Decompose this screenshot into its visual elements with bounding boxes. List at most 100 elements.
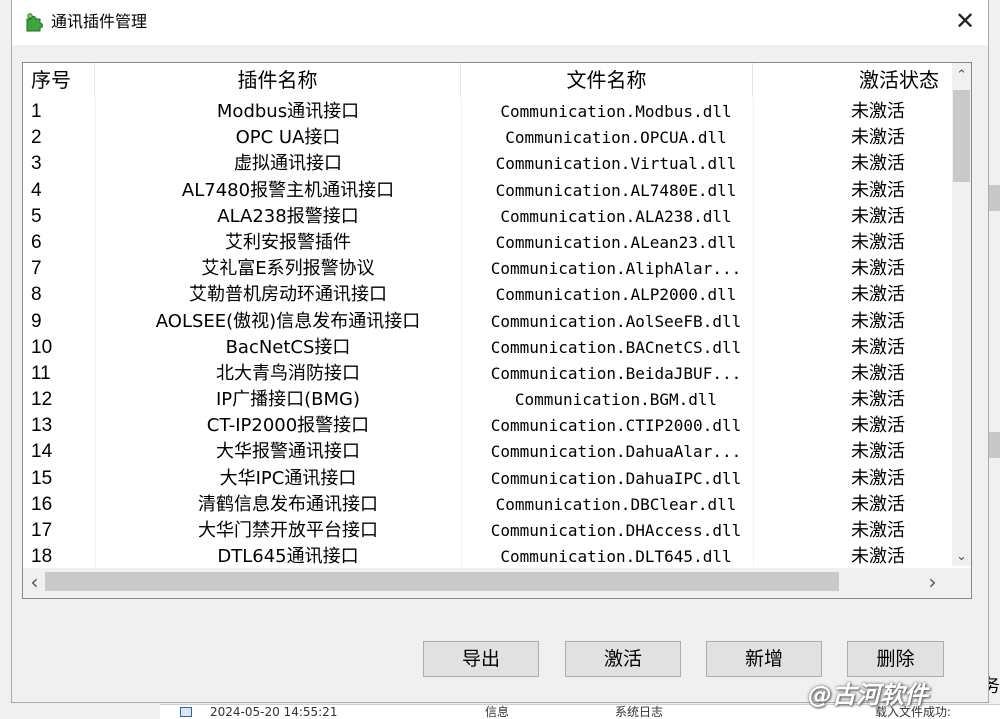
plugin-list[interactable]: 序号 插件名称 文件名称 激活状态 1 Modbus通讯接口 Communicati…: [22, 62, 972, 599]
row-file-name: Communication.OPCUA.dll: [505, 128, 727, 148]
row-activation-status: 未激活: [851, 415, 905, 437]
scroll-left-icon[interactable]: ‹: [25, 572, 44, 592]
column-header-plugin-name[interactable]: 插件名称: [95, 63, 461, 97]
row-plugin-name: 大华IPC通讯接口: [219, 467, 357, 489]
row-file-name: Communication.ALean23.dll: [495, 232, 737, 252]
background-strip: [988, 432, 1000, 458]
watermark: @古河软件: [808, 681, 928, 709]
row-plugin-name: AL7480报警主机通讯接口: [181, 179, 395, 201]
table-row[interactable]: 1 Modbus通讯接口 Communication.Modbus.dll 未激活: [23, 99, 953, 125]
row-activation-status: 未激活: [851, 284, 905, 306]
vertical-scrollbar[interactable]: ⌃ ⌄: [952, 63, 971, 566]
table-row[interactable]: 8 艾勒普机房动环通讯接口 Communication.ALP2000.dll 未激活: [23, 282, 953, 308]
row-activation-status: 未激活: [851, 467, 905, 489]
row-plugin-name: ALA238报警接口: [217, 205, 359, 227]
title-bar[interactable]: 通讯插件管理 ✕: [12, 0, 988, 45]
export-button[interactable]: 导出: [423, 641, 539, 677]
row-activation-status: 未激活: [851, 153, 905, 175]
table-row[interactable]: 6 艾利安报警插件 Communication.ALean23.dll 未激活: [23, 230, 953, 256]
add-button[interactable]: 新增: [706, 641, 822, 677]
row-activation-status: 未激活: [851, 231, 905, 253]
row-plugin-name: 虚拟通讯接口: [234, 153, 342, 175]
row-file-name: Communication.ALP2000.dll: [495, 285, 737, 305]
row-file-name: Communication.DHAccess.dll: [490, 521, 742, 540]
scroll-up-icon[interactable]: ⌃: [952, 66, 971, 85]
row-index: 15: [31, 467, 53, 489]
table-row[interactable]: 10 BacNetCS接口 Communication.BACnetCS.dll 未激…: [23, 335, 953, 361]
row-file-name: Communication.DBClear.dll: [495, 494, 737, 514]
table-row[interactable]: 5 ALA238报警接口 Communication.ALA238.dll 未激活: [23, 204, 953, 230]
activate-button[interactable]: 激活: [565, 641, 681, 677]
table-row[interactable]: 3 虚拟通讯接口 Communication.Virtual.dll 未激活: [23, 151, 953, 177]
row-activation-status: 未激活: [851, 362, 905, 384]
row-file-name: Communication.BeidaJBUF...: [490, 363, 742, 383]
scroll-right-icon[interactable]: ›: [923, 572, 942, 592]
close-button[interactable]: ✕: [942, 0, 988, 45]
row-index: 13: [31, 415, 53, 437]
row-file-name: Communication.CTIP2000.dll: [490, 416, 742, 436]
table-row[interactable]: 7 艾礼富E系列报警协议 Communication.AliphAlar... 未激活: [23, 256, 953, 282]
list-header: 序号 插件名称 文件名称 激活状态: [23, 63, 953, 97]
row-index: 3: [31, 153, 42, 175]
row-activation-status: 未激活: [851, 310, 905, 332]
row-plugin-name: BacNetCS接口: [225, 336, 351, 358]
row-index: 10: [31, 336, 53, 358]
row-plugin-name: Modbus通讯接口: [216, 101, 360, 122]
row-index: 7: [31, 258, 42, 280]
row-activation-status: 未激活: [851, 493, 905, 515]
table-row[interactable]: 14 大华报警通讯接口 Communication.DahuaAlar... 未激活: [23, 439, 953, 465]
row-file-name: Communication.DahuaAlar...: [490, 442, 742, 462]
column-header-file-name[interactable]: 文件名称: [461, 63, 753, 97]
column-header-activation-status[interactable]: 激活状态: [753, 63, 953, 97]
row-index: 4: [31, 179, 42, 201]
row-index: 16: [31, 493, 53, 515]
row-file-name: Communication.BGM.dll: [514, 390, 718, 410]
close-icon: ✕: [954, 7, 976, 35]
dialog-title: 通讯插件管理: [51, 12, 148, 31]
row-file-name: Communication.AliphAlar...: [490, 259, 742, 279]
row-index: 1: [31, 101, 42, 122]
row-activation-status: 未激活: [851, 101, 905, 122]
log-category: 系统日志: [615, 705, 664, 719]
row-plugin-name: CT-IP2000报警接口: [206, 415, 370, 437]
scroll-down-icon[interactable]: ⌄: [952, 547, 971, 566]
row-plugin-name: 艾礼富E系列报警协议: [201, 258, 375, 280]
row-file-name: Communication.ALA238.dll: [500, 206, 732, 226]
table-row[interactable]: 16 清鹤信息发布通讯接口 Communication.DBClear.dll 未激活: [23, 492, 953, 518]
delete-button[interactable]: 删除: [847, 641, 944, 677]
horizontal-scroll-thumb[interactable]: [45, 572, 839, 591]
row-index: 2: [31, 127, 42, 149]
row-activation-status: 未激活: [851, 546, 905, 568]
table-row[interactable]: 2 OPC UA接口 Communication.OPCUA.dll 未激活: [23, 125, 953, 151]
table-row[interactable]: 4 AL7480报警主机通讯接口 Communication.AL7480E.dll…: [23, 178, 953, 204]
row-activation-status: 未激活: [851, 520, 905, 541]
row-file-name: Communication.DLT645.dll: [500, 547, 732, 567]
row-file-name: Communication.DahuaIPC.dll: [490, 468, 742, 488]
row-plugin-name: DTL645通讯接口: [217, 546, 359, 568]
puzzle-icon: [26, 13, 43, 32]
log-timestamp: 2024-05-20 14:55:21: [210, 705, 338, 719]
row-activation-status: 未激活: [851, 258, 905, 280]
row-file-name: Communication.BACnetCS.dll: [490, 337, 742, 357]
log-level: 信息: [485, 705, 510, 719]
row-plugin-name: 艾勒普机房动环通讯接口: [189, 284, 387, 306]
row-file-name: Communication.Modbus.dll: [500, 102, 732, 121]
table-row[interactable]: 17 大华门禁开放平台接口 Communication.DHAccess.dll 未激…: [23, 518, 953, 544]
table-row[interactable]: 18 DTL645通讯接口 Communication.DLT645.dll 未激活: [23, 544, 953, 570]
row-activation-status: 未激活: [851, 127, 905, 149]
row-activation-status: 未激活: [851, 205, 905, 227]
table-row[interactable]: 15 大华IPC通讯接口 Communication.DahuaIPC.dll 未激活: [23, 466, 953, 492]
column-header-index[interactable]: 序号: [23, 63, 95, 97]
row-file-name: Communication.AL7480E.dll: [495, 180, 737, 200]
table-row[interactable]: 12 IP广播接口(BMG) Communication.BGM.dll 未激活: [23, 387, 953, 413]
table-row[interactable]: 13 CT-IP2000报警接口 Communication.CTIP2000.dl…: [23, 413, 953, 439]
plugin-manager-dialog: 通讯插件管理 ✕ 序号 插件名称 文件名称 激活状态 1 Modbus通讯接口 Co…: [11, 0, 989, 703]
row-plugin-name: AOLSEE(傲视)信息发布通讯接口: [155, 310, 421, 332]
row-index: 9: [31, 310, 42, 332]
table-row[interactable]: 9 AOLSEE(傲视)信息发布通讯接口 Communication.AolSeeF…: [23, 309, 953, 335]
row-index: 6: [31, 231, 42, 253]
table-row[interactable]: 11 北大青鸟消防接口 Communication.BeidaJBUF... 未激活: [23, 361, 953, 387]
vertical-scroll-thumb[interactable]: [953, 90, 970, 182]
log-entry-icon: [180, 707, 192, 717]
horizontal-scrollbar[interactable]: ‹ ›: [23, 568, 971, 598]
